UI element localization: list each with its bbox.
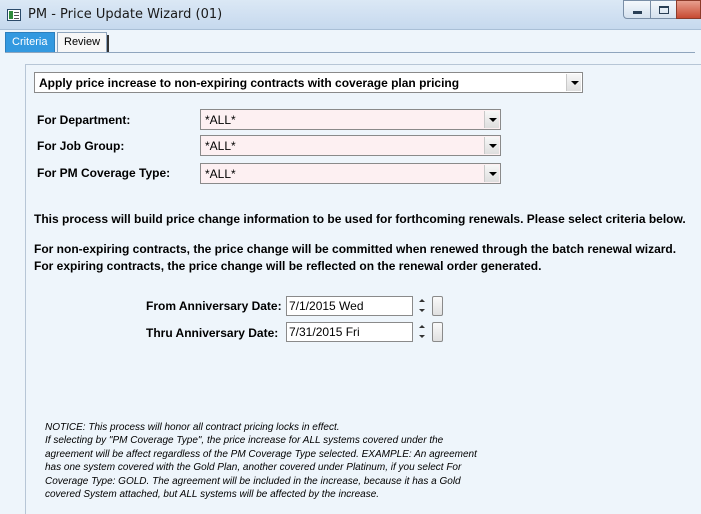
maximize-button[interactable] (650, 0, 677, 19)
notice-line: covered System attached, but ALL systems… (45, 489, 380, 501)
coverage-type-label: For PM Coverage Type: (37, 166, 171, 180)
spin-up-icon[interactable] (417, 322, 427, 332)
department-select[interactable]: *ALL* (200, 109, 501, 130)
thru-date-field[interactable]: 7/31/2015 Fri (286, 322, 413, 342)
action-select-value: Apply price increase to non-expiring con… (39, 76, 460, 90)
notice-line: If selecting by "PM Coverage Type", the … (45, 435, 444, 447)
from-date-field[interactable]: 7/1/2015 Wed (286, 296, 413, 316)
from-date-value: 7/1/2015 Wed (289, 299, 364, 313)
tab-review[interactable]: Review (57, 32, 109, 53)
info-text-2: For non-expiring contracts, the price ch… (34, 242, 677, 256)
tab-criteria[interactable]: Criteria (5, 32, 55, 53)
thru-date-calendar-button[interactable] (432, 322, 443, 342)
job-group-select[interactable]: *ALL* (200, 135, 501, 156)
coverage-type-select-value: *ALL* (205, 167, 236, 181)
department-label: For Department: (37, 113, 131, 127)
chevron-down-icon[interactable] (484, 137, 499, 154)
info-text-3: For expiring contracts, the price change… (34, 259, 542, 273)
chevron-down-icon[interactable] (484, 111, 499, 128)
chevron-down-icon[interactable] (484, 165, 499, 182)
thru-date-value: 7/31/2015 Fri (289, 325, 360, 339)
title-bar: PM - Price Update Wizard (01) (0, 0, 701, 30)
tab-divider (5, 52, 695, 53)
action-select[interactable]: Apply price increase to non-expiring con… (34, 72, 583, 93)
from-date-spinner[interactable] (417, 296, 427, 316)
coverage-type-select[interactable]: *ALL* (200, 163, 501, 184)
job-group-label: For Job Group: (37, 139, 125, 153)
info-text-1: This process will build price change inf… (34, 212, 686, 226)
spin-down-icon[interactable] (417, 306, 427, 316)
window-title: PM - Price Update Wizard (01) (28, 7, 223, 22)
spin-up-icon[interactable] (417, 296, 427, 306)
notice-text: NOTICE: This process will honor all cont… (45, 421, 685, 501)
app-window-icon (7, 9, 21, 21)
spin-down-icon[interactable] (417, 332, 427, 342)
thru-date-label: Thru Anniversary Date: (146, 326, 279, 340)
notice-line: Coverage Type: GOLD. The agreement will … (45, 475, 461, 487)
from-date-label: From Anniversary Date: (146, 299, 282, 313)
minimize-button[interactable] (623, 0, 651, 19)
close-button[interactable] (676, 0, 701, 19)
minimize-icon (633, 11, 642, 14)
from-date-calendar-button[interactable] (432, 296, 443, 316)
notice-line: has one system covered with the Gold Pla… (45, 462, 462, 474)
chevron-down-icon[interactable] (566, 74, 581, 91)
thru-date-spinner[interactable] (417, 322, 427, 342)
maximize-icon (659, 6, 669, 14)
notice-line: NOTICE: This process will honor all cont… (45, 422, 340, 433)
job-group-select-value: *ALL* (205, 139, 236, 153)
department-select-value: *ALL* (205, 113, 236, 127)
notice-line: agreement will be affect regardless of t… (45, 448, 477, 460)
